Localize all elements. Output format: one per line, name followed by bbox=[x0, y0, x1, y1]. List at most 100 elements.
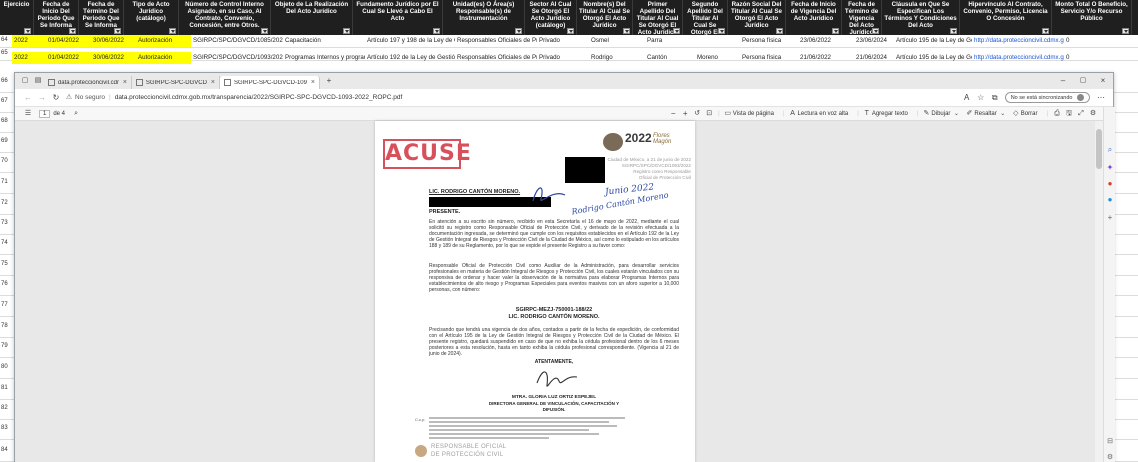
scrollbar-thumb[interactable] bbox=[1096, 129, 1102, 169]
split-screen-icon[interactable]: ⊟ bbox=[1105, 437, 1115, 447]
table-cell[interactable]: Programas Internos y programas Especiale… bbox=[283, 52, 365, 64]
chevron-down-icon[interactable]: ⌄ bbox=[999, 109, 1007, 119]
table-cell[interactable]: Privado bbox=[537, 52, 589, 64]
table-cell[interactable]: 01/04/2022 bbox=[46, 52, 91, 64]
column-header[interactable]: Fecha de Inicio Del Periodo Que Se Infor… bbox=[34, 0, 79, 35]
row-number[interactable]: 66 bbox=[0, 78, 14, 84]
collections-icon[interactable]: ⧉ bbox=[988, 93, 1002, 103]
filter-dropdown-icon[interactable] bbox=[950, 28, 957, 34]
back-icon[interactable]: ← bbox=[21, 93, 35, 103]
close-icon[interactable]: × bbox=[311, 79, 315, 86]
page-view-button[interactable]: Vista de página bbox=[733, 111, 774, 117]
close-icon[interactable]: × bbox=[211, 79, 215, 86]
erase-button[interactable]: Borrar bbox=[1021, 111, 1038, 117]
table-cell[interactable]: 30/06/2022 bbox=[91, 52, 136, 64]
table-cell[interactable]: Artículo 192 de la Ley de Gestión Integr… bbox=[365, 52, 455, 64]
table-cell[interactable]: Persona física bbox=[740, 52, 798, 64]
table-cell[interactable]: Responsables Oficiales de Protección Civ… bbox=[455, 52, 537, 64]
table-cell[interactable]: Parra bbox=[645, 35, 695, 47]
filter-dropdown-icon[interactable] bbox=[776, 28, 783, 34]
tab-actions-icon[interactable]: ▤ bbox=[32, 76, 44, 86]
more-options-icon[interactable]: ⋯ bbox=[1093, 93, 1109, 103]
maximize-icon[interactable]: ▢ bbox=[1073, 76, 1093, 86]
url-text[interactable]: data.proteccioncivil.cdmx.gob.mx/transpa… bbox=[115, 94, 960, 101]
table-cell[interactable]: SGIRPC/SPC/DGVCD/1093/2022 bbox=[191, 52, 283, 64]
row-number[interactable]: 76 bbox=[0, 281, 14, 287]
table-cell[interactable]: 2022 bbox=[12, 52, 46, 64]
row-number[interactable]: 79 bbox=[0, 343, 14, 349]
column-header[interactable]: Razón Social Del Titular Al Cual Se Otor… bbox=[728, 0, 786, 35]
filter-dropdown-icon[interactable] bbox=[1042, 28, 1049, 34]
row-number[interactable]: 80 bbox=[0, 364, 14, 370]
table-cell[interactable]: Cantón bbox=[645, 52, 695, 64]
table-cell[interactable]: Artículo 195 de la Ley de Gestión Integr… bbox=[894, 35, 972, 47]
rotate-icon[interactable]: ↺ bbox=[691, 109, 703, 119]
close-window-icon[interactable]: × bbox=[1093, 76, 1113, 86]
table-cell[interactable]: 30/06/2022 bbox=[91, 35, 136, 47]
column-header[interactable]: Monto Total O Beneficio, Servicio Y/o Re… bbox=[1052, 0, 1132, 35]
forward-icon[interactable]: → bbox=[35, 93, 49, 103]
filter-dropdown-icon[interactable] bbox=[623, 28, 630, 34]
filter-dropdown-icon[interactable] bbox=[718, 28, 725, 34]
table-cell[interactable]: Autorización bbox=[136, 52, 191, 64]
tab-sgirpc-1093[interactable]: SGIRPC-SPC-DGVCD-1093-2022 × bbox=[220, 76, 320, 89]
read-mode-icon[interactable]: A bbox=[960, 93, 974, 103]
table-cell[interactable] bbox=[695, 35, 740, 47]
column-header[interactable]: Primer Apellido Del Titular Al Cual Se O… bbox=[633, 0, 683, 35]
row-number[interactable]: 67 bbox=[0, 98, 14, 104]
filter-dropdown-icon[interactable] bbox=[515, 28, 522, 34]
chevron-down-icon[interactable]: ⌄ bbox=[952, 109, 960, 119]
table-row[interactable]: 2022 01/04/2022 30/06/2022 Autorización SGIR… bbox=[12, 52, 1138, 64]
not-secure-label[interactable]: No seguro bbox=[75, 94, 105, 101]
sync-status-button[interactable]: No se está sincronizando bbox=[1004, 92, 1090, 103]
search-icon[interactable]: ⌕ bbox=[69, 109, 83, 119]
zoom-out-icon[interactable]: − bbox=[667, 109, 679, 119]
workspaces-icon[interactable]: ▢ bbox=[18, 76, 32, 86]
table-cell[interactable]: Privado bbox=[537, 35, 589, 47]
row-number[interactable]: 83 bbox=[0, 425, 14, 431]
row-number[interactable]: 84 bbox=[0, 447, 14, 453]
table-cell[interactable]: Moreno bbox=[695, 52, 740, 64]
table-cell[interactable]: 0 bbox=[1064, 52, 1138, 64]
table-cell[interactable]: 21/06/2024 bbox=[854, 52, 894, 64]
column-header[interactable]: Número de Control Interno Asignado, en s… bbox=[179, 0, 271, 35]
pdf-scrollbar[interactable] bbox=[1095, 121, 1103, 462]
pdf-viewer-area[interactable]: ACUSE 2022 Flores Magón Ciudad de México… bbox=[15, 121, 1095, 462]
add-text-button[interactable]: Agregar texto bbox=[872, 111, 908, 117]
column-header[interactable]: Ejercicio bbox=[0, 0, 34, 35]
row-number[interactable]: 77 bbox=[0, 302, 14, 308]
row-number[interactable]: 75 bbox=[0, 261, 14, 267]
table-cell[interactable]: 23/06/2024 bbox=[854, 35, 894, 47]
filter-dropdown-icon[interactable] bbox=[1122, 28, 1129, 34]
filter-dropdown-icon[interactable] bbox=[673, 28, 680, 34]
draw-button[interactable]: Dibujar bbox=[931, 111, 950, 117]
new-tab-icon[interactable]: + bbox=[323, 76, 335, 86]
save-icon[interactable]: 🖫 bbox=[1063, 109, 1075, 119]
table-cell[interactable]: 23/06/2022 bbox=[798, 35, 854, 47]
refresh-icon[interactable]: ↻ bbox=[49, 93, 63, 103]
close-icon[interactable]: × bbox=[123, 79, 127, 86]
row-number[interactable]: 71 bbox=[0, 179, 14, 185]
table-cell[interactable]: Osmel bbox=[589, 35, 645, 47]
sidebar-settings-icon[interactable]: ⚙ bbox=[1105, 453, 1115, 462]
table-cell[interactable]: Artículo 197 y 198 de la Ley de Gestión … bbox=[365, 35, 455, 47]
row-number[interactable]: 73 bbox=[0, 220, 14, 226]
column-header[interactable]: Objeto de La Realización Del Acto Jurídi… bbox=[271, 0, 353, 35]
table-row[interactable]: 2022 01/04/2022 30/06/2022 Autorización SGIR… bbox=[12, 35, 1138, 47]
column-header[interactable]: Segundo Apellido Del Titular Al Cual Se … bbox=[683, 0, 728, 35]
table-cell[interactable]: Capacitación bbox=[283, 35, 365, 47]
filter-dropdown-icon[interactable] bbox=[872, 28, 879, 34]
tab-data-proteccioncivil[interactable]: data.proteccioncivil.cdmx.gob.mx × bbox=[44, 76, 132, 89]
column-header[interactable]: Sector Al Cual Se Otorgó El Acto Jurídic… bbox=[525, 0, 577, 35]
minimize-icon[interactable]: – bbox=[1053, 76, 1073, 86]
table-cell[interactable]: SGIRPC/SPC/DGVCD/1085/2022 bbox=[191, 35, 283, 47]
column-header[interactable]: Hipervínculo Al Contrato, Convenio, Perm… bbox=[960, 0, 1052, 35]
table-cell[interactable]: Autorización bbox=[136, 35, 191, 47]
filter-dropdown-icon[interactable] bbox=[169, 28, 176, 34]
column-header[interactable]: Nombre(s) Del Titular Al Cual Se Otorgó … bbox=[577, 0, 633, 35]
fit-page-icon[interactable]: ⊡ bbox=[703, 109, 715, 119]
column-header[interactable]: Tipo de Acto Jurídico (catálogo) bbox=[124, 0, 179, 35]
column-header[interactable]: Fundamento Jurídico por El Cual Se Llevó… bbox=[353, 0, 443, 35]
row-number[interactable]: 78 bbox=[0, 323, 14, 329]
tab-sgirpc-0787[interactable]: SGIRPC-SPC-DGVCD-0787-2022 × bbox=[132, 76, 220, 89]
